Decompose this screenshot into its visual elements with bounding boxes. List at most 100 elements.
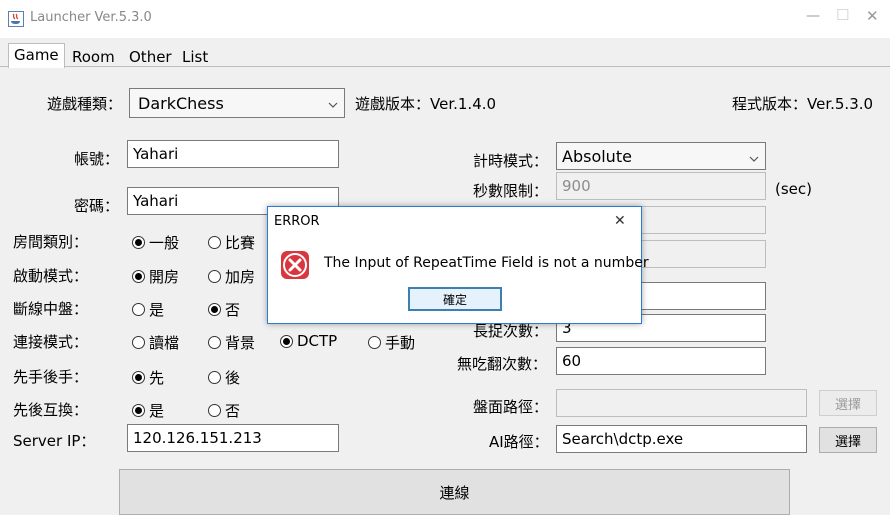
chevron-down-icon bbox=[749, 149, 759, 168]
radio-selected-icon bbox=[132, 236, 145, 249]
password-label: 密碼： bbox=[74, 197, 120, 215]
minimize-button[interactable]: — bbox=[806, 8, 820, 24]
game-type-select[interactable]: DarkChess bbox=[129, 88, 345, 118]
first-move-label: 先手後手： bbox=[13, 368, 89, 386]
tab-other[interactable]: Other bbox=[129, 48, 172, 66]
seconds-unit: (sec) bbox=[775, 180, 812, 198]
room-type-contest-label: 比賽 bbox=[225, 234, 256, 252]
disconnect-no-label: 否 bbox=[225, 301, 241, 319]
timer-mode-select[interactable]: Absolute bbox=[556, 142, 766, 170]
radio-icon bbox=[208, 270, 221, 283]
radio-icon bbox=[208, 236, 221, 249]
account-value: Yahari bbox=[133, 145, 179, 163]
tab-room[interactable]: Room bbox=[72, 48, 115, 66]
connect-mode-background-radio[interactable]: 背景 bbox=[208, 332, 255, 353]
no-capture-label: 無吃翻次數： bbox=[457, 355, 548, 373]
java-icon bbox=[8, 11, 24, 27]
no-capture-input[interactable]: 60 bbox=[556, 347, 766, 375]
board-path-choose-button[interactable]: 選擇 bbox=[819, 390, 877, 416]
room-type-normal-label: 一般 bbox=[149, 234, 180, 252]
start-mode-join-radio[interactable]: 加房 bbox=[208, 266, 255, 287]
radio-icon bbox=[208, 336, 221, 349]
timer-mode-label: 計時模式： bbox=[473, 152, 549, 170]
dialog-close-button[interactable]: ✕ bbox=[614, 213, 626, 229]
swap-yes-radio[interactable]: 是 bbox=[132, 400, 164, 421]
tab-bar: Game Room Other List bbox=[0, 38, 890, 68]
swap-no-radio[interactable]: 否 bbox=[208, 400, 240, 421]
ai-path-label: AI路徑： bbox=[489, 433, 549, 451]
start-mode-join-label: 加房 bbox=[225, 268, 256, 286]
dialog-title: ERROR bbox=[274, 214, 320, 229]
radio-icon bbox=[208, 371, 221, 384]
radio-selected-icon bbox=[132, 404, 145, 417]
account-label: 帳號： bbox=[74, 150, 120, 168]
disconnect-yes-label: 是 bbox=[149, 301, 165, 319]
error-icon bbox=[280, 250, 310, 280]
window-title: Launcher Ver.5.3.0 bbox=[30, 10, 152, 25]
ai-path-choose-label: 選擇 bbox=[834, 434, 861, 450]
disconnect-yes-radio[interactable]: 是 bbox=[132, 299, 164, 320]
board-path-label: 盤面路徑： bbox=[473, 398, 549, 416]
room-type-contest-radio[interactable]: 比賽 bbox=[208, 232, 255, 253]
room-type-label: 房間類別： bbox=[13, 233, 89, 251]
first-move-second-radio[interactable]: 後 bbox=[208, 367, 240, 388]
connect-mode-file-label: 讀檔 bbox=[149, 334, 180, 352]
start-mode-open-label: 開房 bbox=[149, 268, 180, 286]
tab-game[interactable]: Game bbox=[8, 43, 65, 68]
connect-mode-background-label: 背景 bbox=[225, 334, 256, 352]
seconds-label: 秒數限制： bbox=[473, 182, 549, 200]
start-mode-open-radio[interactable]: 開房 bbox=[132, 266, 179, 287]
first-move-first-label: 先 bbox=[149, 369, 165, 387]
game-type-value: DarkChess bbox=[138, 93, 224, 113]
disconnect-label: 斷線中盤： bbox=[13, 300, 89, 318]
ai-path-choose-button[interactable]: 選擇 bbox=[819, 427, 877, 453]
game-version: 遊戲版本：Ver.1.4.0 bbox=[355, 95, 497, 113]
swap-no-label: 否 bbox=[225, 402, 241, 420]
seconds-input[interactable]: 900 bbox=[556, 172, 766, 200]
board-path-choose-label: 選擇 bbox=[834, 397, 861, 413]
disconnect-no-radio[interactable]: 否 bbox=[208, 299, 240, 320]
close-window-button[interactable]: ✕ bbox=[866, 7, 879, 25]
timer-mode-value: Absolute bbox=[562, 146, 632, 166]
chevron-down-icon bbox=[328, 95, 338, 114]
radio-icon bbox=[368, 336, 381, 349]
connect-mode-manual-radio[interactable]: 手動 bbox=[368, 332, 415, 353]
dialog-ok-label: 確定 bbox=[442, 292, 467, 307]
board-path-input[interactable] bbox=[556, 389, 807, 417]
connect-mode-file-radio[interactable]: 讀檔 bbox=[132, 332, 179, 353]
no-capture-value: 60 bbox=[562, 352, 582, 370]
swap-yes-label: 是 bbox=[149, 402, 165, 420]
seconds-value: 900 bbox=[562, 177, 591, 195]
account-input[interactable]: Yahari bbox=[127, 140, 339, 168]
server-ip-input[interactable]: 120.126.151.213 bbox=[127, 424, 339, 452]
connect-mode-dctp-label: DCTP bbox=[297, 332, 338, 350]
connect-mode-dctp-radio[interactable]: DCTP bbox=[280, 332, 337, 350]
room-type-normal-radio[interactable]: 一般 bbox=[132, 232, 179, 253]
ai-path-value: Search\dctp.exe bbox=[562, 430, 684, 448]
radio-icon bbox=[132, 303, 145, 316]
dialog-message: The Input of RepeatTime Field is not a n… bbox=[324, 255, 649, 271]
dialog-ok-button[interactable]: 確定 bbox=[408, 287, 502, 311]
tab-list[interactable]: List bbox=[182, 48, 208, 66]
title-bar: Launcher Ver.5.3.0 — ☐ ✕ bbox=[0, 0, 890, 38]
swap-label: 先後互換： bbox=[13, 401, 89, 419]
error-dialog: ERROR ✕ The Input of RepeatTime Field is… bbox=[267, 206, 649, 324]
connect-mode-label: 連接模式： bbox=[13, 333, 89, 351]
radio-icon bbox=[132, 336, 145, 349]
radio-selected-icon bbox=[132, 270, 145, 283]
connect-mode-manual-label: 手動 bbox=[385, 334, 416, 352]
maximize-button[interactable]: ☐ bbox=[836, 6, 849, 24]
server-ip-label: Server IP： bbox=[13, 432, 96, 450]
connect-button-label: 連線 bbox=[439, 483, 470, 502]
game-type-label: 遊戲種類： bbox=[47, 95, 123, 113]
first-move-first-radio[interactable]: 先 bbox=[132, 367, 164, 388]
radio-icon bbox=[208, 404, 221, 417]
server-ip-value: 120.126.151.213 bbox=[133, 429, 262, 447]
radio-selected-icon bbox=[280, 334, 293, 348]
program-version: 程式版本：Ver.5.3.0 bbox=[732, 95, 874, 113]
radio-selected-icon bbox=[132, 371, 145, 384]
radio-selected-icon bbox=[208, 303, 221, 316]
password-value: Yahari bbox=[133, 192, 179, 210]
ai-path-input[interactable]: Search\dctp.exe bbox=[556, 425, 807, 453]
connect-button[interactable]: 連線 bbox=[119, 469, 790, 515]
